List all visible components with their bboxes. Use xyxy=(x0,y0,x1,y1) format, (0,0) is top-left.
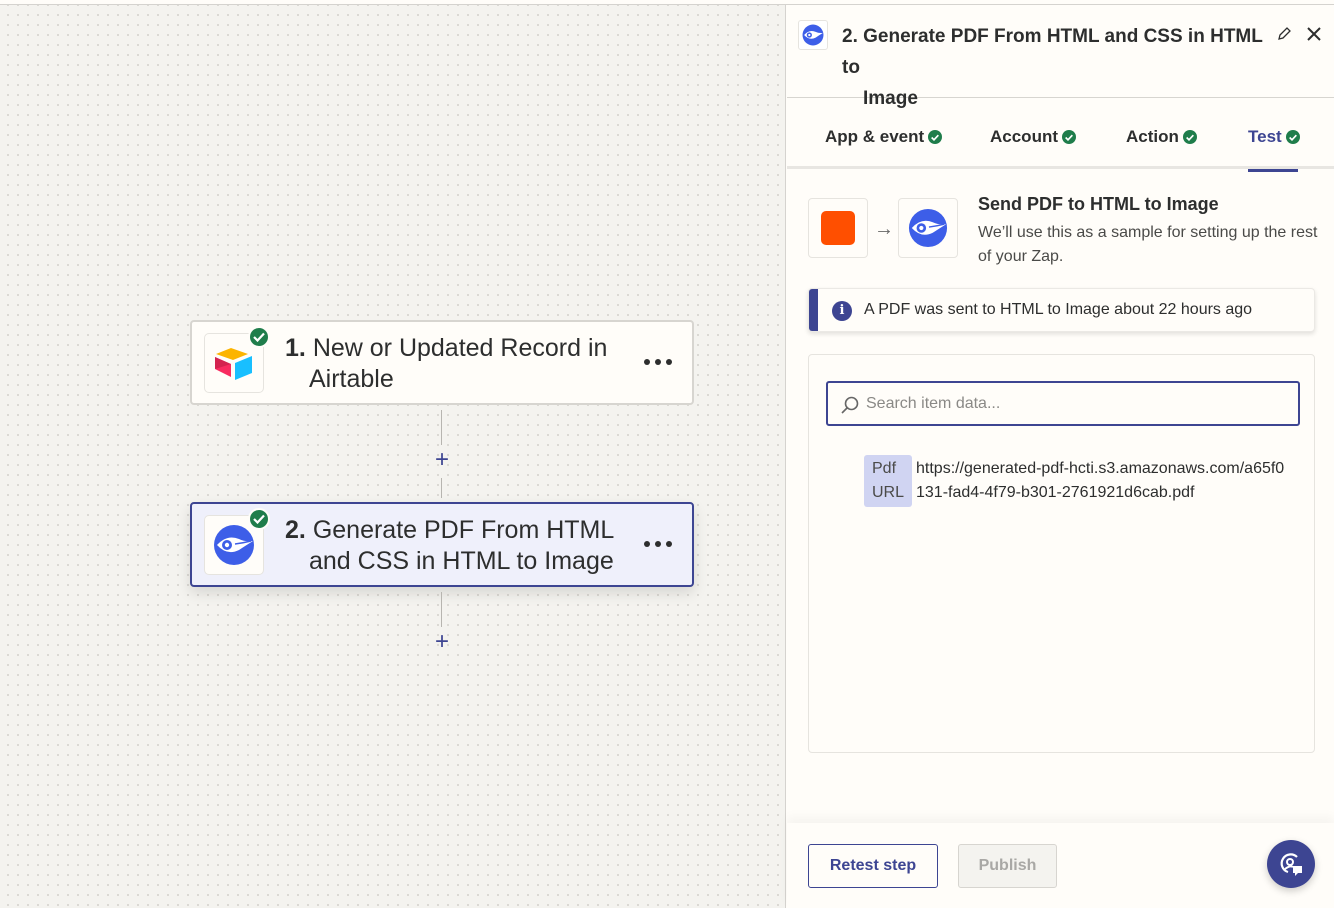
step-more-options-button[interactable] xyxy=(644,352,672,372)
pencil-icon[interactable] xyxy=(1276,26,1292,42)
step-card-2[interactable]: 2. Generate PDF From HTML and CSS in HTM… xyxy=(190,502,694,587)
send-title: Send PDF to HTML to Image xyxy=(978,194,1219,214)
html-to-image-icon xyxy=(214,525,254,565)
step-title: 1. New or Updated Record in Airtable xyxy=(285,333,635,395)
step-complete-check-icon xyxy=(248,508,270,530)
tab-test[interactable]: Test xyxy=(1248,125,1300,149)
trigger-app-box xyxy=(808,198,868,258)
check-circle-icon xyxy=(1062,130,1076,144)
step-more-options-button[interactable] xyxy=(644,534,672,554)
publish-button[interactable]: Publish xyxy=(958,844,1057,888)
step-title-line2: and CSS in HTML to Image xyxy=(309,547,614,575)
step-number: 1. xyxy=(285,334,306,362)
arrow-right-icon: → xyxy=(874,218,894,240)
step-title-line1: New or Updated Record in xyxy=(312,334,608,362)
connector-line xyxy=(441,592,442,627)
add-step-button[interactable]: + xyxy=(432,630,452,654)
panel-header: 2. Generate PDF From HTML and CSS in HTM… xyxy=(787,5,1334,109)
send-description: We’ll use this as a sample for setting u… xyxy=(978,224,1318,265)
tab-action[interactable]: Action xyxy=(1126,125,1197,149)
step-editor-panel: 2. Generate PDF From HTML and CSS in HTM… xyxy=(787,5,1334,908)
add-step-button[interactable]: + xyxy=(432,448,452,472)
html-to-image-icon xyxy=(908,208,948,248)
search-field[interactable] xyxy=(826,381,1300,426)
tab-label: Account xyxy=(990,127,1058,146)
close-icon[interactable] xyxy=(1305,25,1323,43)
search-icon xyxy=(841,396,859,414)
step-card-1[interactable]: 1. New or Updated Record in Airtable xyxy=(190,320,694,405)
connector-line xyxy=(441,410,442,445)
panel-app-icon-box xyxy=(798,20,828,50)
data-item-row: Pdf URL https://generated-pdf-hcti.s3.am… xyxy=(864,455,1292,507)
info-accent-bar xyxy=(809,289,818,331)
panel-footer: Retest step Publish xyxy=(787,823,1334,908)
airtable-icon xyxy=(215,348,252,380)
connector-line xyxy=(441,478,442,498)
info-icon: i xyxy=(832,301,852,321)
check-circle-icon xyxy=(1182,130,1197,144)
action-app-box xyxy=(898,198,958,258)
step-tabs: App & event Account Action Test xyxy=(787,99,1334,169)
step-number: 2. xyxy=(285,516,306,544)
tab-label: App & event xyxy=(825,127,925,146)
info-banner: i A PDF was sent to HTML to Image about … xyxy=(808,288,1315,332)
retest-step-button[interactable]: Retest step xyxy=(808,844,938,888)
step-complete-check-icon xyxy=(248,326,270,348)
panel-title-line1: 2. Generate PDF From HTML and CSS in HTM… xyxy=(842,26,1263,78)
data-item-key: Pdf URL xyxy=(864,455,912,507)
tab-app-event[interactable]: App & event xyxy=(825,125,943,149)
active-tab-indicator xyxy=(1248,169,1298,172)
check-circle-icon xyxy=(1285,130,1300,144)
info-text: A PDF was sent to HTML to Image about 22… xyxy=(864,301,1253,318)
html-to-image-icon xyxy=(802,24,824,46)
help-chat-button[interactable] xyxy=(1267,840,1315,888)
data-item-value[interactable]: https://generated-pdf-hcti.s3.amazonaws.… xyxy=(912,455,1292,507)
step-title-line2: Airtable xyxy=(309,365,394,393)
check-circle-icon xyxy=(928,130,943,144)
tab-label: Test xyxy=(1248,127,1282,146)
step-title: 2. Generate PDF From HTML and CSS in HTM… xyxy=(285,515,635,577)
zap-editor-canvas[interactable]: 1. New or Updated Record in Airtable + 2… xyxy=(0,5,786,908)
test-result-box: Pdf URL https://generated-pdf-hcti.s3.am… xyxy=(808,354,1315,753)
tab-label: Action xyxy=(1126,127,1179,146)
trigger-app-icon xyxy=(821,211,855,245)
step-title-line1: Generate PDF From HTML xyxy=(312,516,615,544)
support-chat-icon xyxy=(1280,853,1302,876)
search-input[interactable] xyxy=(866,383,1286,424)
tab-account[interactable]: Account xyxy=(990,125,1076,149)
